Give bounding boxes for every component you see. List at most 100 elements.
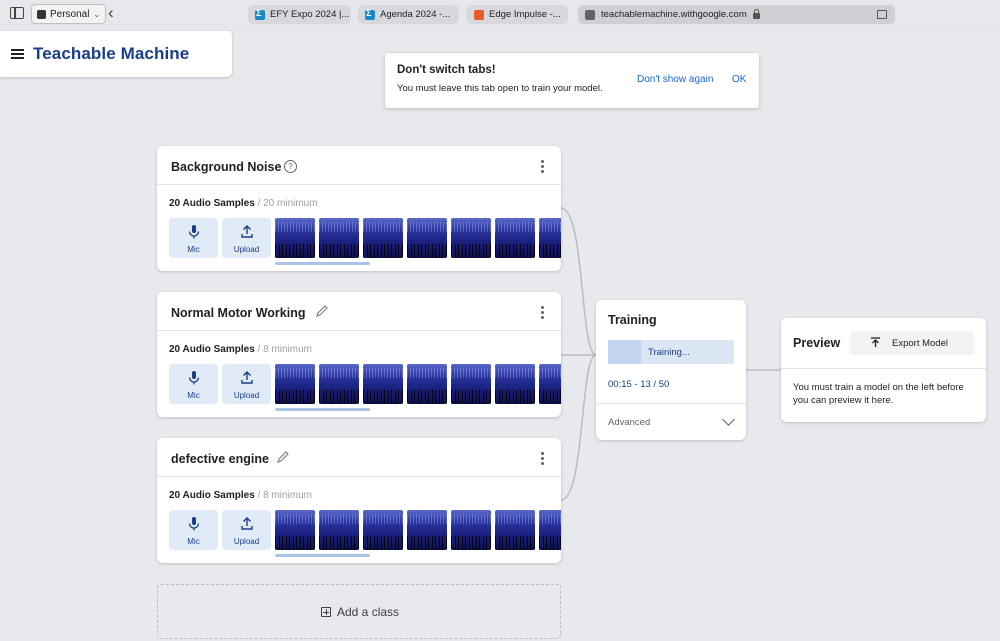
spectrogram-thumbnail[interactable] [319,218,359,258]
sample-count: 20 Audio Samples / 8 minimum [169,490,313,501]
spectrogram-thumbnail[interactable] [363,510,403,550]
spectrogram-thumbnail[interactable] [275,364,315,404]
site-favicon-icon [585,9,595,20]
browser-tab[interactable]: Edge Impulse -... [467,5,568,24]
tab-title: Edge Impulse -... [489,9,561,20]
class-card: Normal Motor Working 20 Audio Samples / … [157,292,561,417]
upload-label: Upload [233,537,260,546]
spectrogram-thumbnail[interactable] [363,218,403,258]
spectrogram-thumbnail[interactable] [275,218,315,258]
spectrogram-thumbnail[interactable] [451,510,491,550]
class-card: defective engine 20 Audio Samples / 8 mi… [157,438,561,563]
thumbnail-scrollbar[interactable] [275,262,370,265]
export-label: Export Model [892,338,948,349]
edge-impulse-icon [474,9,484,20]
notification-toast: Don't switch tabs! You must leave this t… [385,53,759,108]
profile-icon [37,9,46,19]
mic-button[interactable]: Mic [169,364,218,404]
hamburger-menu-icon[interactable] [11,49,24,59]
back-arrow-icon[interactable]: ‹ [108,3,114,23]
spectrogram-thumbnail[interactable] [407,510,447,550]
pencil-icon[interactable] [276,450,290,464]
upload-button[interactable]: Upload [222,218,271,258]
add-box-icon [321,607,331,617]
mic-icon [188,371,199,385]
dont-show-again-button[interactable]: Don't show again [637,74,713,85]
divider [781,368,986,369]
export-icon [871,337,880,347]
mic-label: Mic [187,391,200,400]
mic-icon [188,225,199,239]
sidebar-toggle-icon[interactable] [10,7,24,19]
spectrogram-thumbnail[interactable] [539,218,561,258]
export-model-button[interactable]: Export Model [850,331,974,355]
spectrogram-thumbnail[interactable] [495,510,535,550]
reader-icon[interactable] [877,10,887,19]
class-card: Background Noise ? 20 Audio Samples / 20… [157,146,561,271]
mic-icon [188,517,199,531]
upload-button[interactable]: Upload [222,364,271,404]
sample-thumbnails [275,218,561,258]
pencil-icon[interactable] [315,304,329,318]
sample-thumbnails [275,510,561,550]
spectrogram-thumbnail[interactable] [451,364,491,404]
class-name[interactable]: Normal Motor Working [171,306,306,320]
more-options-icon[interactable] [541,160,545,173]
profile-label: Personal [50,8,90,20]
class-card-header: defective engine [157,438,561,477]
profile-button[interactable]: Personal ⌄ [31,4,107,24]
toast-title: Don't switch tabs! [397,64,496,76]
upload-icon [240,517,253,530]
more-options-icon[interactable] [541,306,545,319]
advanced-toggle[interactable]: Advanced [608,417,650,428]
address-bar[interactable]: teachablemachine.withgoogle.com [578,5,895,24]
help-icon[interactable]: ? [284,160,297,173]
more-options-icon[interactable] [541,452,545,465]
spectrogram-thumbnail[interactable] [539,510,561,550]
spectrogram-thumbnail[interactable] [363,364,403,404]
upload-label: Upload [233,245,260,254]
sigma-icon [365,8,375,20]
lock-icon [752,9,760,19]
upload-button[interactable]: Upload [222,510,271,550]
class-card-header: Background Noise ? [157,146,561,185]
spectrogram-thumbnail[interactable] [319,364,359,404]
thumbnail-scrollbar[interactable] [275,554,370,557]
mic-button[interactable]: Mic [169,510,218,550]
spectrogram-thumbnail[interactable] [319,510,359,550]
training-card: Training Training... 00:15 - 13 / 50 Adv… [596,300,746,440]
sample-count: 20 Audio Samples / 20 minimum [169,198,318,209]
add-class-button[interactable]: Add a class [157,584,561,639]
thumbnail-scrollbar[interactable] [275,408,370,411]
spectrogram-thumbnail[interactable] [495,364,535,404]
spectrogram-thumbnail[interactable] [539,364,561,404]
ok-button[interactable]: OK [732,74,746,85]
spectrogram-thumbnail[interactable] [451,218,491,258]
mic-label: Mic [187,537,200,546]
chevron-down-icon[interactable] [722,413,735,426]
upload-icon [240,225,253,238]
app-title[interactable]: Teachable Machine [33,44,189,64]
class-card-header: Normal Motor Working [157,292,561,331]
browser-toolbar: Personal ⌄ ‹ EFY Expo 2024 |... Agenda 2… [0,0,1000,28]
mic-label: Mic [187,245,200,254]
mic-button[interactable]: Mic [169,218,218,258]
toast-body: You must leave this tab open to train yo… [397,83,603,94]
browser-tab[interactable]: Agenda 2024 -... [358,5,459,24]
upload-icon [240,371,253,384]
class-name[interactable]: defective engine [171,452,269,466]
tab-title: EFY Expo 2024 |... [270,9,350,20]
train-model-button[interactable]: Training... [608,340,734,364]
browser-tab[interactable]: EFY Expo 2024 |... [248,5,351,24]
spectrogram-thumbnail[interactable] [407,218,447,258]
sample-thumbnails [275,364,561,404]
spectrogram-thumbnail[interactable] [495,218,535,258]
class-name[interactable]: Background Noise [171,160,281,174]
sigma-icon [255,8,265,20]
training-progress-fill [608,340,641,364]
add-class-label: Add a class [337,605,400,619]
spectrogram-thumbnail[interactable] [275,510,315,550]
train-button-label: Training... [648,347,690,358]
spectrogram-thumbnail[interactable] [407,364,447,404]
preview-title: Preview [793,336,841,350]
